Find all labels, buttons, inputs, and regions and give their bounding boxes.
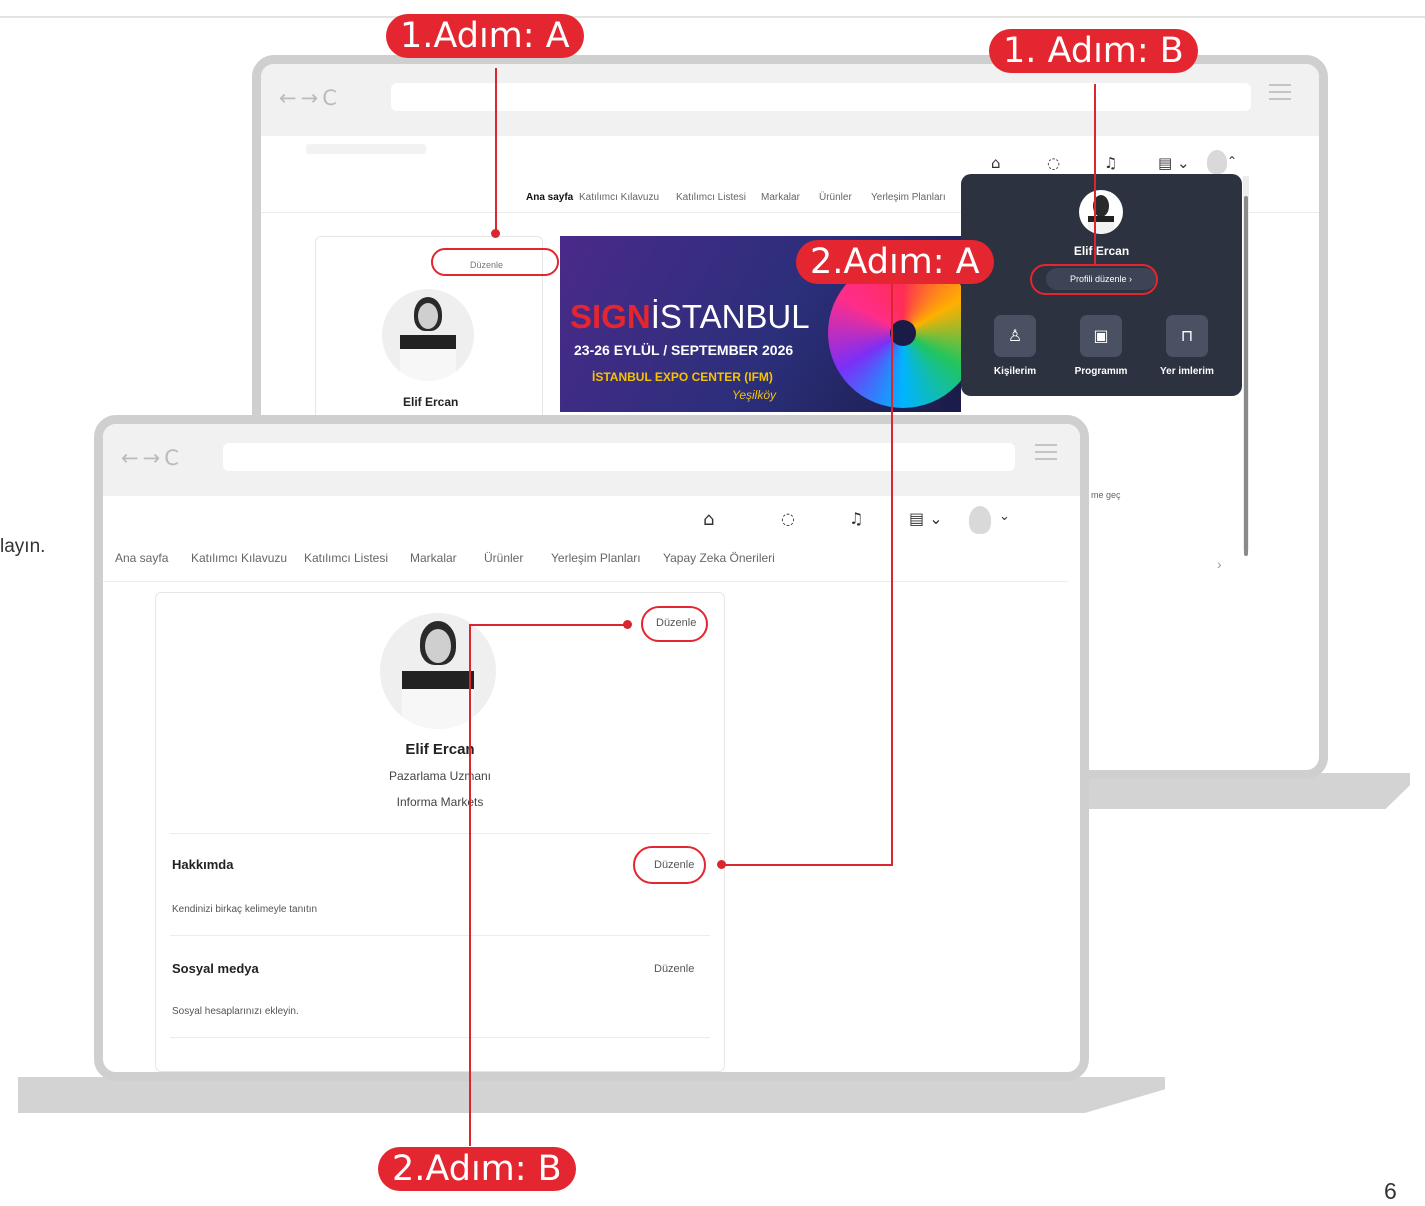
back-menu-icon[interactable] — [1269, 84, 1291, 104]
back-chevron-right-icon[interactable]: › — [1217, 556, 1222, 572]
banner-dates: 23-26 EYLÜL / SEPTEMBER 2026 — [574, 342, 794, 358]
connector-2a-horizontal — [722, 864, 893, 866]
back-nav-arrows[interactable]: ←→C — [279, 86, 341, 110]
chat-icon[interactable]: ◌ — [781, 509, 795, 528]
back-logo-placeholder — [306, 144, 426, 154]
connector-2a-vertical — [891, 282, 893, 866]
back-nav-list[interactable]: Katılımcı Listesi — [676, 192, 746, 203]
about-heading: Hakkımda — [172, 857, 234, 872]
step-1b-badge: 1. Adım: B — [989, 29, 1198, 73]
profile-company: Informa Markets — [396, 795, 484, 809]
bell-icon[interactable]: ♫ — [849, 509, 863, 528]
connector-2b-vertical — [469, 624, 471, 1146]
front-browser-chrome: ←→C — [103, 424, 1080, 496]
dropdown-avatar — [1079, 190, 1123, 234]
connector-1a — [495, 68, 497, 234]
back-nav-brands[interactable]: Markalar — [761, 192, 800, 203]
front-nav-arrows[interactable]: ←→C — [121, 446, 183, 470]
shortcut-bookmarks-label[interactable]: Yer imlerim — [1142, 366, 1232, 377]
front-profile-photo — [380, 613, 496, 729]
back-nav-guide[interactable]: Katılımcı Kılavuzu — [579, 192, 659, 203]
connector-2a-dot — [717, 860, 726, 869]
highlight-back-edit — [431, 248, 559, 276]
back-url-bar[interactable] — [391, 83, 1251, 111]
banner-title-white: İSTANBUL — [650, 298, 810, 335]
profile-name: Elif Ercan — [405, 741, 475, 758]
top-rule — [0, 16, 1425, 18]
connector-2b-horizontal — [470, 624, 628, 626]
banner-swirl-core — [890, 320, 916, 346]
back-profile-photo — [382, 289, 474, 381]
dropdown-scroll-thumb[interactable] — [1244, 196, 1248, 556]
front-photo-face — [425, 629, 451, 663]
chat-icon[interactable]: ◌ — [1047, 154, 1060, 172]
connector-1b — [1094, 84, 1096, 266]
page-number: 6 — [1384, 1178, 1397, 1204]
front-laptop-base — [18, 1077, 1165, 1113]
step-2a-badge: 2.Adım: A — [796, 240, 994, 284]
front-nav-guide[interactable]: Katılımcı Kılavuzu — [191, 551, 287, 565]
front-laptop-screen: ←→C ⌂ ◌ ♫ ▤ ⌄ ⌄ Ana sayfa Katılımcı Kıla… — [94, 415, 1089, 1081]
banner-title: SIGNİSTANBUL — [570, 298, 810, 336]
front-nav-list[interactable]: Katılımcı Listesi — [304, 551, 388, 565]
chevron-down-icon[interactable]: ⌄ — [999, 509, 1010, 524]
shortcut-contacts-label[interactable]: Kişilerim — [970, 366, 1060, 377]
highlight-about-edit — [633, 846, 706, 884]
about-divider — [170, 935, 710, 936]
dropdown-name: Elif Ercan — [1073, 244, 1130, 258]
front-nav-home[interactable]: Ana sayfa — [115, 551, 168, 565]
connector-1a-dot — [491, 229, 500, 238]
front-photo-body — [402, 671, 474, 729]
building-icon[interactable]: ▤ ⌄ — [909, 509, 943, 528]
cropped-side-text: layın. — [0, 536, 46, 557]
home-icon[interactable]: ⌂ — [991, 154, 1001, 172]
front-header-avatar[interactable] — [969, 506, 991, 534]
social-divider — [170, 1037, 710, 1038]
front-url-bar[interactable] — [223, 443, 1015, 471]
bookmark-icon[interactable]: ⊓ — [1166, 315, 1208, 357]
back-side-fragment: me geç — [1091, 490, 1121, 500]
people-icon[interactable]: ♙ — [994, 315, 1036, 357]
front-nav-floorplans[interactable]: Yerleşim Planları — [551, 551, 641, 565]
social-edit-link[interactable]: Düzenle — [654, 963, 694, 975]
back-nav-home[interactable]: Ana sayfa — [526, 192, 573, 203]
social-placeholder: Sosyal hesaplarınızı ekleyin. — [172, 1006, 299, 1017]
home-icon[interactable]: ⌂ — [703, 509, 714, 530]
step-1a-badge: 1.Adım: A — [386, 14, 584, 58]
front-menu-icon[interactable] — [1035, 444, 1057, 464]
chevron-up-icon[interactable]: ⌃ — [1227, 154, 1237, 168]
banner-venue: İSTANBUL EXPO CENTER (IFM) — [592, 370, 773, 384]
profile-title: Pazarlama Uzmanı — [388, 769, 492, 783]
banner-district: Yeşilköy — [732, 388, 777, 402]
connector-2b-dot — [623, 620, 632, 629]
bell-icon[interactable]: ♫ — [1104, 154, 1117, 172]
step-2b-badge: 2.Adım: B — [378, 1147, 576, 1191]
shortcut-program-label[interactable]: Programım — [1056, 366, 1146, 377]
highlight-profile-edit — [641, 606, 708, 642]
front-nav-brands[interactable]: Markalar — [410, 551, 457, 565]
about-placeholder: Kendinizi birkaç kelimeyle tanıtın — [172, 904, 318, 915]
front-nav-ai[interactable]: Yapay Zeka Önerileri — [663, 551, 775, 565]
banner-title-red: SIGN — [570, 298, 651, 335]
back-profile-name: Elif Ercan — [403, 395, 459, 409]
calendar-check-icon[interactable]: ▣ — [1080, 315, 1122, 357]
back-header-avatar[interactable] — [1207, 150, 1227, 174]
back-nav-floorplans[interactable]: Yerleşim Planları — [871, 192, 946, 203]
front-profile-card: Düzenle Elif Ercan Pazarlama Uzmanı Info… — [155, 592, 725, 1072]
back-photo-face — [418, 303, 438, 329]
profile-divider — [170, 833, 710, 834]
dropdown-scrollbar[interactable] — [1243, 176, 1249, 556]
highlight-edit-profile — [1030, 264, 1158, 295]
back-browser-chrome: ←→C — [261, 64, 1319, 136]
dropdown-avatar-body — [1088, 216, 1114, 234]
back-nav-products[interactable]: Ürünler — [819, 192, 852, 203]
social-heading: Sosyal medya — [172, 961, 259, 976]
front-nav-products[interactable]: Ürünler — [484, 551, 523, 565]
building-icon[interactable]: ▤ ⌄ — [1158, 154, 1190, 172]
front-nav-divider — [103, 581, 1068, 582]
back-photo-body — [400, 335, 456, 381]
